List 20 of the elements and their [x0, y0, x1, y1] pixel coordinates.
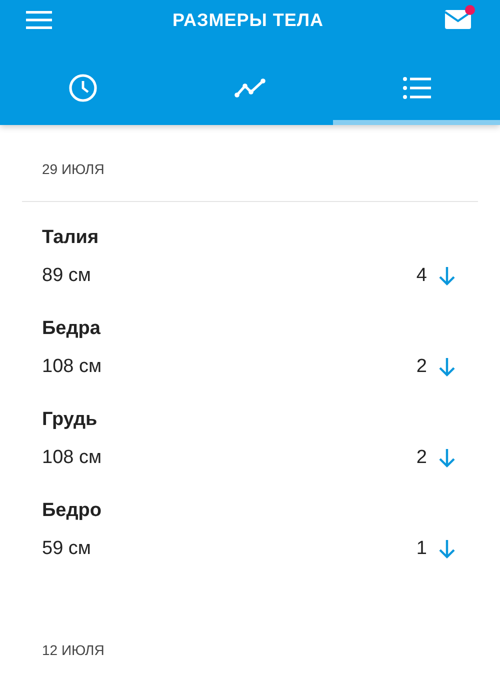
- measurement-name: Бедро: [42, 499, 102, 523]
- measurement-value: 108 см: [42, 356, 103, 378]
- screen-title: РАЗМЕРЫ ТЕЛА: [172, 10, 324, 30]
- line-chart-icon: [234, 78, 266, 98]
- menu-icon[interactable]: [26, 10, 52, 28]
- clock-icon: [68, 73, 98, 103]
- measurement-name: Бедра: [42, 317, 102, 341]
- measurement-value: 108 см: [42, 447, 103, 469]
- measurement-name: Грудь: [42, 408, 98, 432]
- change-value: 1: [416, 538, 427, 560]
- measurement-name: Талия: [42, 226, 100, 250]
- change-value: 4: [416, 265, 427, 287]
- change-value: 2: [416, 447, 427, 469]
- mail-icon[interactable]: [444, 4, 476, 30]
- measurement-value: 89 см: [42, 265, 92, 287]
- list-icon: [402, 77, 431, 99]
- change-value: 2: [416, 356, 427, 378]
- date-heading: 29 ИЮЛЯ: [22, 125, 478, 202]
- date-heading: 12 ИЮЛЯ: [22, 606, 478, 677]
- measurement-value: 59 см: [42, 538, 92, 560]
